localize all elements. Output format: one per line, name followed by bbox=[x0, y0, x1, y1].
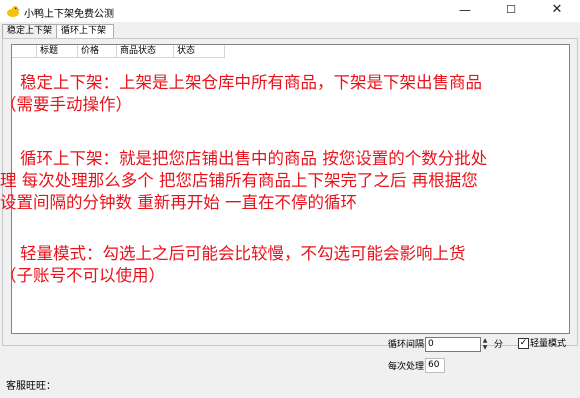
interval-unit-label: 分 bbox=[494, 340, 504, 350]
light-mode-label[interactable]: 轻量模式 bbox=[530, 338, 566, 350]
customer-service-label: 客服旺旺： bbox=[6, 381, 56, 392]
column-header-product-status[interactable]: 商品状态 bbox=[117, 45, 174, 58]
maximize-button[interactable]: ☐ bbox=[488, 0, 534, 22]
spin-up-icon[interactable]: ▲ bbox=[480, 337, 490, 344]
minimize-button[interactable]: — bbox=[442, 0, 488, 22]
spin-down-icon[interactable]: ▼ bbox=[480, 344, 490, 351]
batch-size-input[interactable]: 60 bbox=[425, 358, 445, 373]
column-header-select[interactable] bbox=[12, 45, 37, 58]
list-header: 标题 价格 商品状态 状态 bbox=[12, 45, 569, 58]
interval-label: 循环间隔 bbox=[388, 340, 425, 350]
batch-size-label: 每次处理 bbox=[388, 362, 425, 372]
product-list[interactable]: 标题 价格 商品状态 状态 bbox=[11, 44, 570, 334]
light-mode-checkbox[interactable]: ✓ bbox=[518, 338, 529, 349]
interval-input[interactable]: 0 bbox=[425, 337, 481, 352]
column-header-status[interactable]: 状态 bbox=[174, 45, 225, 58]
title-bar: 小鸭上下架免费公测 — ☐ ✕ bbox=[0, 0, 580, 22]
tab-stable-listing[interactable]: 稳定上下架 bbox=[2, 24, 62, 38]
column-header-title[interactable]: 标题 bbox=[37, 45, 78, 58]
column-header-price[interactable]: 价格 bbox=[78, 45, 117, 58]
window-title: 小鸭上下架免费公测 bbox=[24, 9, 114, 20]
tab-panel: 标题 价格 商品状态 状态 bbox=[2, 38, 578, 346]
interval-spinner[interactable]: ▲ ▼ bbox=[480, 337, 490, 352]
close-button[interactable]: ✕ bbox=[534, 0, 580, 22]
duck-icon bbox=[6, 4, 20, 18]
tab-cyclic-listing[interactable]: 循环上下架 bbox=[56, 24, 114, 38]
